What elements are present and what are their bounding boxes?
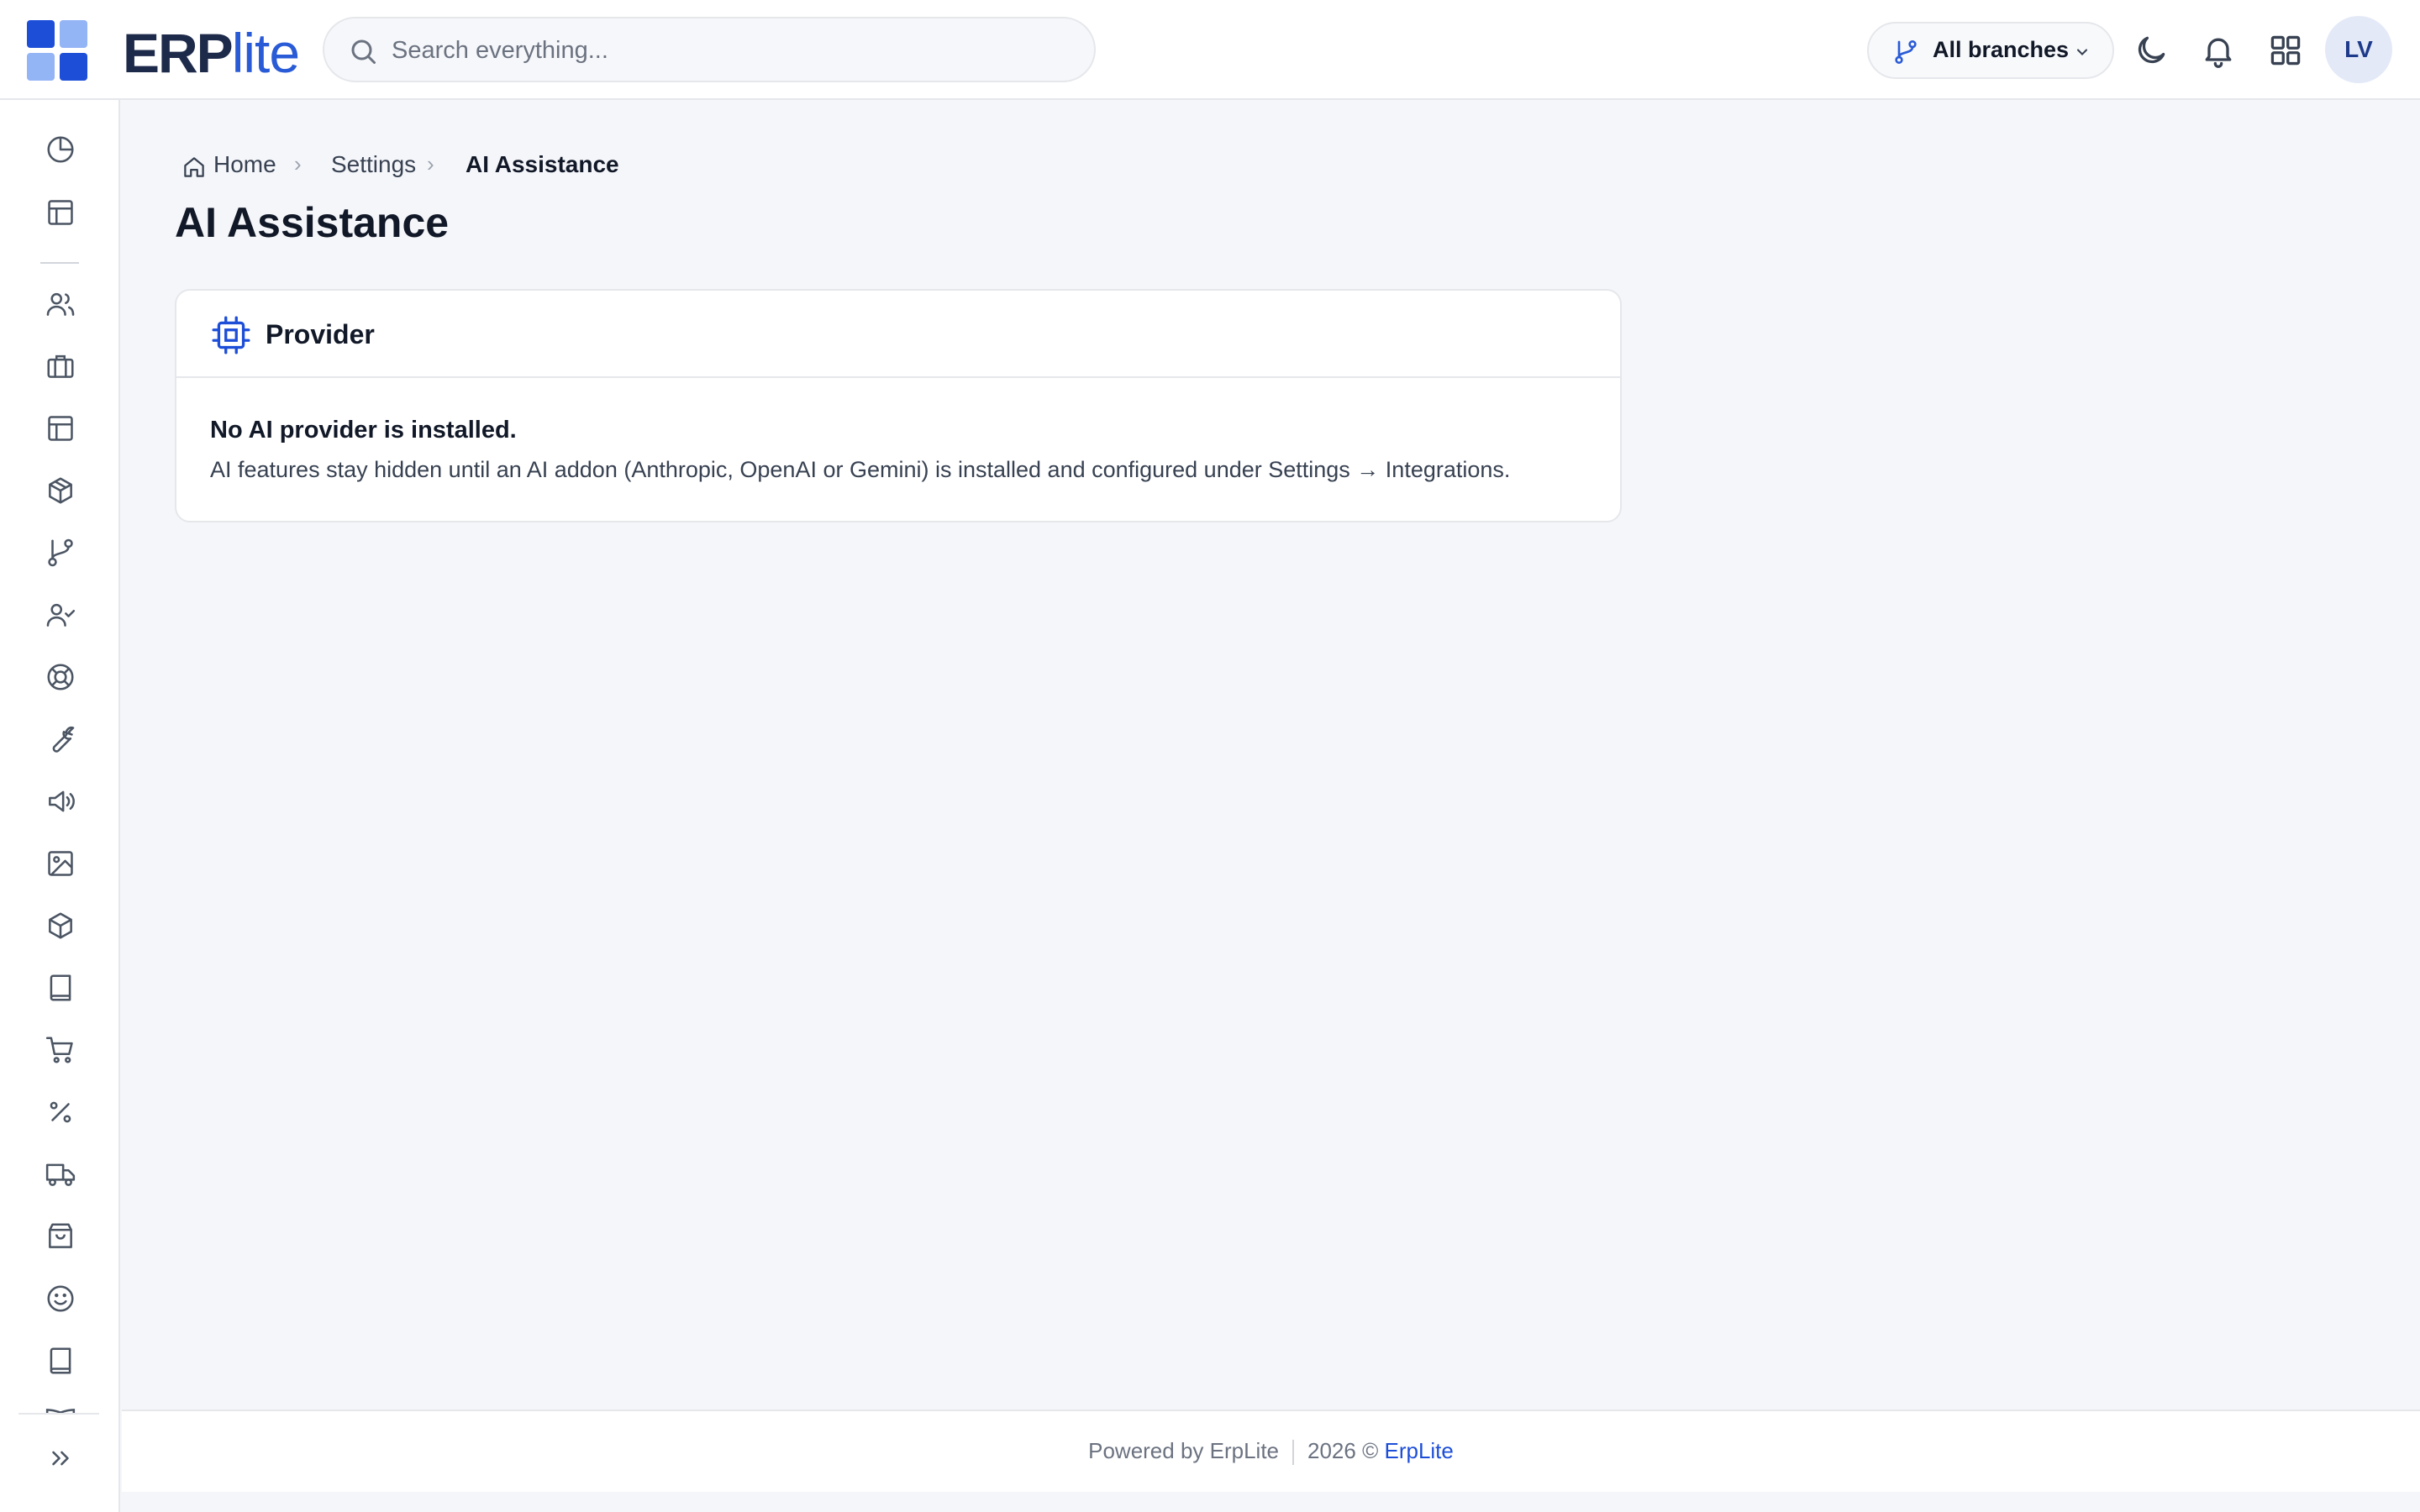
chevron-down-icon <box>2076 49 2088 55</box>
book-icon[interactable] <box>45 972 76 1004</box>
breadcrumb-current: AI Assistance <box>466 151 619 177</box>
user-avatar[interactable]: LV <box>2325 16 2392 83</box>
percent-icon[interactable] <box>45 1096 76 1128</box>
bell-icon[interactable] <box>2200 32 2237 69</box>
git-branch-icon <box>1895 40 1917 64</box>
brand-name-suffix: lite <box>231 22 300 84</box>
global-search[interactable] <box>323 17 1096 82</box>
grid-icon[interactable] <box>2267 32 2304 69</box>
provider-card-header: Provider <box>176 291 1620 378</box>
layout-icon[interactable] <box>45 412 76 444</box>
no-provider-heading: No AI provider is installed. <box>210 417 517 444</box>
search-input[interactable] <box>392 30 1064 71</box>
layout-icon[interactable] <box>45 197 76 228</box>
smile-icon[interactable] <box>45 1283 76 1315</box>
moon-icon[interactable] <box>2133 32 2170 69</box>
image-icon[interactable] <box>45 848 76 879</box>
provider-card: Provider No AI provider is installed. AI… <box>175 289 1622 522</box>
shopping-bag-icon[interactable] <box>45 1221 76 1252</box>
sidebar <box>0 100 120 1512</box>
top-bar: ERPlite All branches LV <box>0 0 2420 100</box>
sidebar-footer-divider <box>18 1413 99 1415</box>
branch-selector[interactable]: All branches <box>1867 22 2114 79</box>
chevrons-right-icon[interactable] <box>46 1444 75 1473</box>
sidebar-divider <box>40 262 79 264</box>
branch-selector-label: All branches <box>1933 37 2070 62</box>
footer-brand-link[interactable]: ErpLite <box>1384 1438 1453 1463</box>
cpu-icon <box>212 316 250 354</box>
wrench-icon[interactable] <box>45 723 76 755</box>
box-icon[interactable] <box>45 910 76 942</box>
git-branch-icon[interactable] <box>45 537 76 569</box>
logo-icon[interactable] <box>27 20 87 81</box>
breadcrumb-separator: › <box>427 151 434 176</box>
page-title: AI Assistance <box>175 199 450 246</box>
pie-chart-icon[interactable] <box>45 134 76 165</box>
brand-name-main: ERP <box>123 22 234 84</box>
footer-text: Powered by ErpLite 2026 © ErpLite <box>122 1438 2420 1466</box>
package-icon[interactable] <box>45 475 76 507</box>
footer-separator <box>1292 1440 1295 1466</box>
shopping-cart-icon[interactable] <box>45 1034 76 1066</box>
breadcrumb-separator: › <box>294 151 302 176</box>
search-icon <box>351 39 376 64</box>
breadcrumb-home[interactable]: Home <box>213 151 276 178</box>
footer-year: 2026 © <box>1307 1438 1379 1463</box>
briefcase-icon[interactable] <box>45 350 76 382</box>
truck-icon[interactable] <box>45 1158 76 1190</box>
no-provider-description: AI features stay hidden until an AI addo… <box>210 457 1511 482</box>
user-check-icon[interactable] <box>45 599 76 631</box>
brand-logo-text[interactable]: ERPlite <box>123 22 300 84</box>
home-icon[interactable] <box>182 155 207 180</box>
life-buoy-icon[interactable] <box>45 661 76 693</box>
megaphone-icon[interactable] <box>45 785 76 817</box>
breadcrumb-settings[interactable]: Settings <box>331 151 416 178</box>
book-icon[interactable] <box>45 1345 76 1377</box>
footer: Powered by ErpLite 2026 © ErpLite <box>122 1410 2420 1492</box>
footer-powered-by: Powered by ErpLite <box>1088 1438 1280 1463</box>
users-icon[interactable] <box>45 288 76 320</box>
provider-card-title: Provider <box>266 319 375 349</box>
